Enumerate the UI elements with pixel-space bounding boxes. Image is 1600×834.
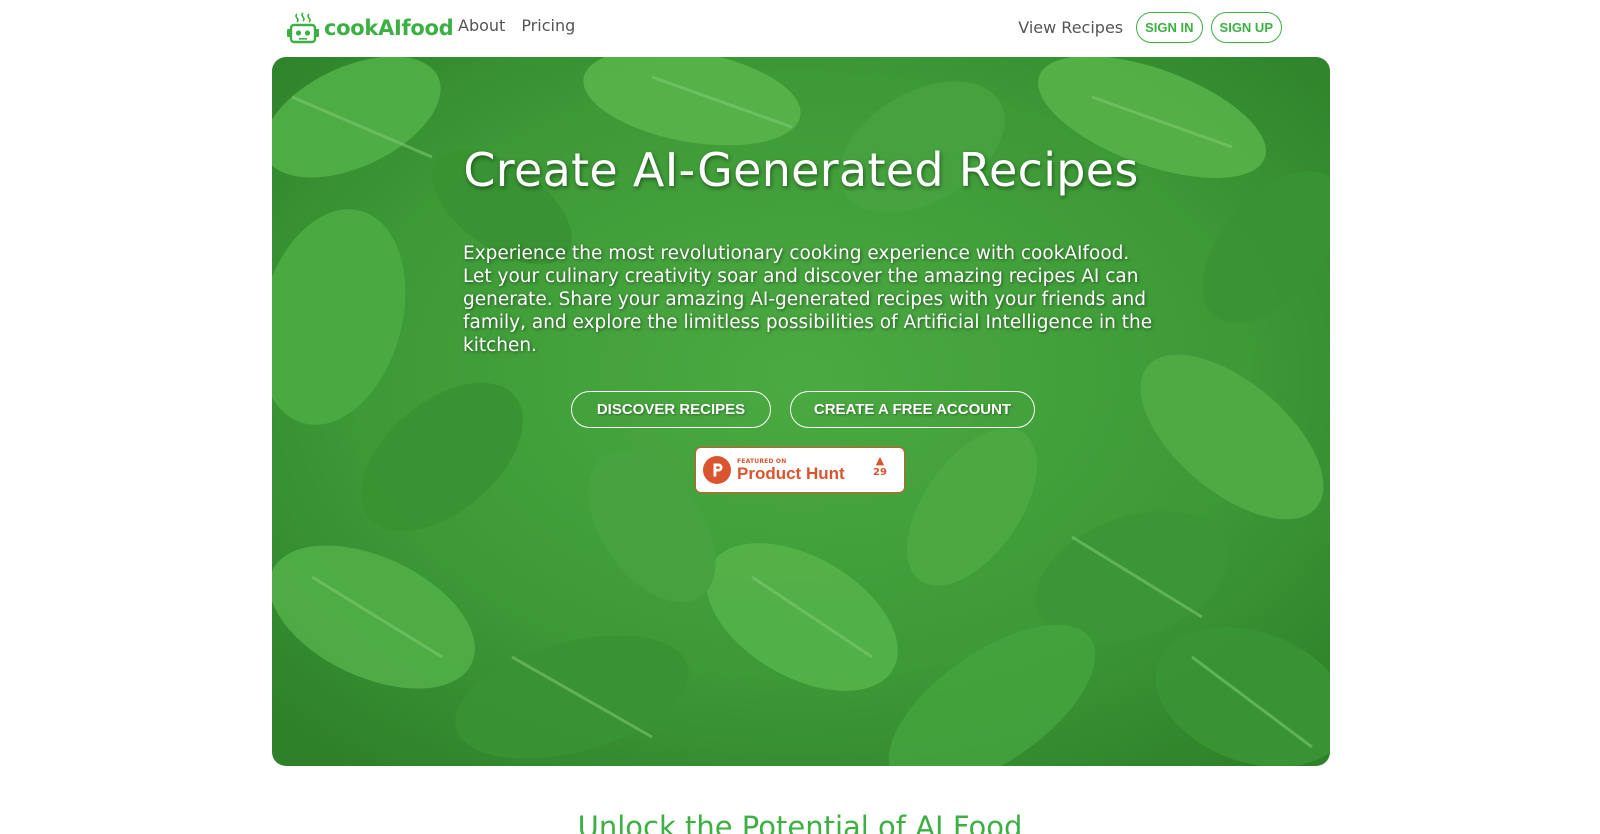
brand-logo-link[interactable]: cookAIfood [286, 10, 454, 46]
nav-left-links: About Pricing [458, 16, 575, 35]
product-hunt-badge[interactable]: FEATURED ON Product Hunt ▲ 29 [695, 447, 905, 493]
product-hunt-vote-count: 29 [873, 467, 887, 478]
sign-in-button[interactable]: SIGN IN [1136, 12, 1203, 43]
nav-link-about[interactable]: About [458, 16, 505, 35]
hero-actions: DISCOVER RECIPES CREATE A FREE ACCOUNT [272, 391, 1330, 428]
hero-description: Experience the most revolutionary cookin… [463, 243, 1153, 356]
nav-link-view-recipes[interactable]: View Recipes [1018, 18, 1123, 37]
robot-chef-icon [287, 12, 319, 44]
navbar: cookAIfood About Pricing View Recipes SI… [0, 0, 1600, 56]
section-title: Unlock the Potential of AI Food [577, 810, 1023, 834]
hero-title: Create AI-Generated Recipes [463, 143, 1139, 197]
triangle-up-icon: ▲ [875, 454, 885, 467]
product-hunt-text: FEATURED ON Product Hunt [737, 458, 845, 483]
product-hunt-name: Product Hunt [737, 463, 845, 483]
product-hunt-logo-icon [703, 456, 731, 484]
nav-link-pricing[interactable]: Pricing [521, 16, 575, 35]
nav-right-actions: View Recipes SIGN IN SIGN UP [1018, 12, 1282, 43]
product-hunt-votes: ▲ 29 [870, 455, 890, 479]
brand-name: cookAIfood [324, 16, 454, 40]
discover-recipes-button[interactable]: DISCOVER RECIPES [571, 391, 771, 428]
hero-banner: Create AI-Generated Recipes Experience t… [272, 57, 1330, 766]
create-free-account-button[interactable]: CREATE A FREE ACCOUNT [790, 391, 1035, 428]
sign-up-button[interactable]: SIGN UP [1210, 12, 1282, 43]
